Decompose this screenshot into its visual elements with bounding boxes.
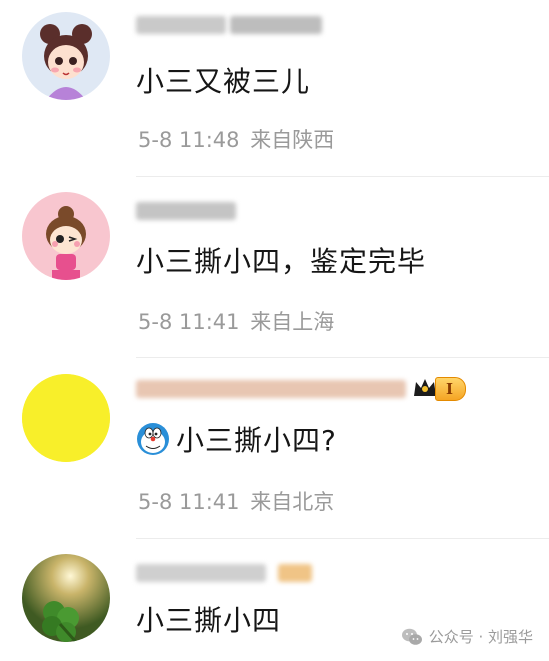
username-redacted[interactable] [136,562,312,584]
comment-date: 5-8 [138,128,173,152]
doraemon-icon [136,422,170,456]
username-redacted[interactable] [136,200,236,222]
comment-text: 小三又被三儿 [136,65,311,98]
comment-time: 11:41 [179,490,240,514]
comment-meta: 5-8 11:41 来自上海 [138,306,334,336]
comment-date: 5-8 [138,310,173,334]
comment-text: 小三撕小四 [136,604,282,637]
comment-time: 11:48 [179,128,240,152]
yellow-circle-avatar-icon [22,374,110,462]
divider [136,176,549,177]
comment-time: 11:41 [179,310,240,334]
avatar[interactable] [22,374,110,462]
username-redacted[interactable]: I [136,376,467,402]
comment-text: 小三撕小四? [136,418,337,460]
divider [136,538,549,539]
avatar[interactable] [22,192,110,280]
comment-location: 来自上海 [250,310,335,334]
fan-badge[interactable]: I [412,376,467,402]
wechat-icon [401,627,423,647]
watermark-text: 公众号 · 刘强华 [428,628,533,646]
clover-photo-avatar-icon [22,554,110,642]
comment-meta: 5-8 11:41 来自北京 [138,486,334,516]
watermark: 公众号 · 刘强华 [401,626,533,647]
cartoon-girl-avatar-icon [22,192,110,280]
username-redacted[interactable] [136,14,322,36]
comment-text-content: 小三撕小四? [176,424,337,457]
comment-text: 小三撕小四，鉴定完毕 [136,245,427,278]
badge-level: I [435,377,467,401]
avatar[interactable] [22,554,110,642]
avatar[interactable] [22,12,110,100]
comment-date: 5-8 [138,490,173,514]
cartoon-girl-avatar-icon [22,12,110,100]
comment-meta: 5-8 11:48 来自陕西 [138,124,334,154]
comment-location: 来自北京 [250,490,335,514]
divider [136,357,549,358]
comment-location: 来自陕西 [250,128,335,152]
